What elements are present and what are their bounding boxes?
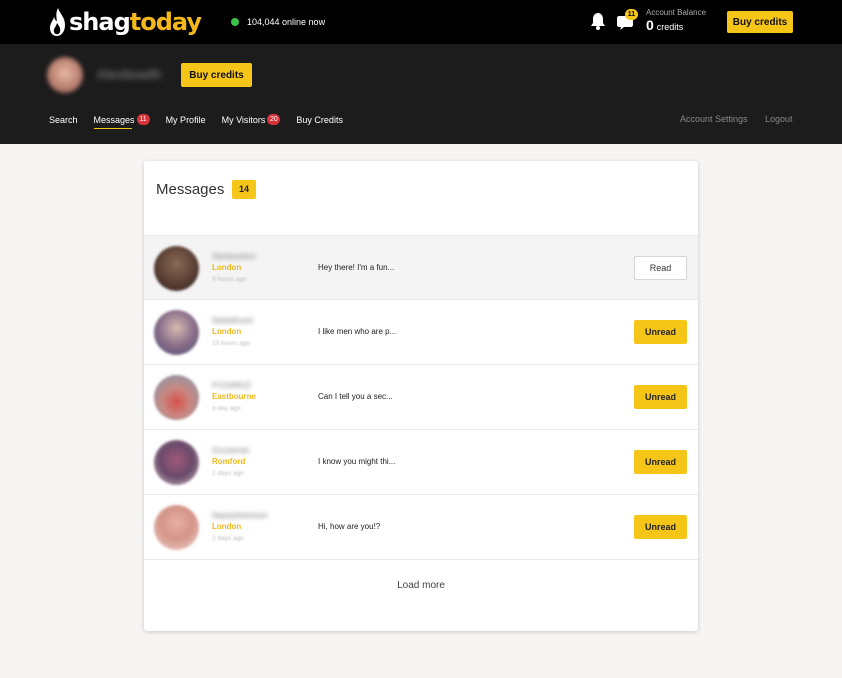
nav-item-search[interactable]: Search — [49, 115, 78, 125]
message-time: 2 days ago — [212, 470, 244, 477]
chat-badge: 11 — [625, 9, 638, 20]
nav-item-my-profile[interactable]: My Profile — [166, 115, 206, 125]
sender-city: London — [212, 327, 242, 336]
message-preview: Can I tell you a sec... — [318, 392, 393, 401]
unread-button[interactable]: Unread — [634, 450, 687, 474]
avatar[interactable] — [154, 505, 199, 550]
load-more-button[interactable]: Load more — [144, 580, 698, 591]
account-balance: Account Balance 0 credits — [646, 8, 706, 35]
sender-city: London — [212, 522, 242, 531]
nav-item-my-visitors[interactable]: My Visitors 20 — [222, 114, 281, 125]
chat-notifications[interactable]: 11 — [616, 9, 638, 32]
nav-item-label: My Profile — [165, 114, 206, 125]
message-preview: I like men who are p... — [318, 327, 397, 336]
sender-name: Gruvannie — [212, 446, 249, 455]
list-item[interactable]: Nadiathuert London 15 hours ago I like m… — [144, 300, 698, 365]
profile-band: Alexbowth Buy credits Search Messages 11… — [0, 44, 842, 144]
message-preview: Hi, how are you!? — [318, 522, 381, 531]
unread-button[interactable]: Unread — [634, 515, 687, 539]
sender-name: Nadiathuert — [212, 316, 254, 325]
nav-item-buy-credits[interactable]: Buy Credits — [296, 115, 343, 125]
brand-name-part1: shag — [69, 8, 131, 36]
message-list: Santieurtere London 9 hours ago Hey ther… — [144, 235, 698, 560]
buy-credits-button[interactable]: Buy credits — [727, 11, 793, 33]
read-button[interactable]: Read — [634, 256, 687, 280]
profile-name: Alexbowth — [97, 66, 162, 82]
balance-unit: credits — [656, 22, 684, 32]
brand-logo[interactable]: shag today — [48, 7, 202, 37]
balance-label: Account Balance — [646, 8, 707, 17]
avatar[interactable] — [47, 57, 83, 93]
nav-item-label: Messages — [93, 114, 135, 125]
brand-name-part2: today — [129, 8, 202, 36]
messages-card: Messages 14 Santieurtere London 9 hours … — [144, 161, 698, 631]
online-count: 104,044 online now — [247, 17, 326, 27]
sender-name: P.CHARLE — [212, 381, 251, 390]
visitors-count-badge: 20 — [267, 114, 281, 125]
balance-amount: 0 — [646, 17, 654, 33]
nav-item-messages[interactable]: Messages 11 — [93, 114, 150, 129]
main-nav: Search Messages 11 My Profile My Visitor… — [49, 114, 359, 129]
sender-name: Santieurtere — [212, 252, 256, 261]
list-item[interactable]: Santieurtere London 9 hours ago Hey ther… — [144, 235, 698, 300]
online-dot-icon — [231, 18, 239, 26]
flame-icon — [50, 8, 65, 36]
message-time: 2 days ago — [212, 535, 244, 542]
sender-name: Naasylintenture — [212, 511, 268, 520]
message-preview: Hey there! I'm a fun... — [318, 263, 395, 272]
messages-count-badge: 11 — [136, 114, 150, 125]
list-item[interactable]: P.CHARLE Eastbourne a day ago Can I tell… — [144, 365, 698, 430]
nav-item-label: My Visitors — [221, 114, 266, 125]
bell-icon[interactable] — [590, 12, 606, 30]
messages-total-badge: 14 — [232, 180, 256, 199]
message-time: 15 hours ago — [212, 340, 250, 347]
unread-button[interactable]: Unread — [634, 385, 687, 409]
avatar[interactable] — [154, 440, 199, 485]
avatar[interactable] — [154, 246, 199, 291]
avatar[interactable] — [154, 310, 199, 355]
avatar[interactable] — [154, 375, 199, 420]
online-indicator: 104,044 online now — [231, 15, 325, 29]
message-time: a day ago — [212, 405, 241, 412]
message-time: 9 hours ago — [212, 276, 247, 283]
logout-link[interactable]: Logout — [765, 114, 793, 124]
message-preview: I know you might thi... — [318, 457, 396, 466]
page-title: Messages — [156, 181, 225, 198]
nav-item-label: Buy Credits — [296, 114, 343, 125]
account-settings-link[interactable]: Account Settings — [680, 114, 748, 124]
list-item[interactable]: Naasylintenture London 2 days ago Hi, ho… — [144, 495, 698, 560]
sender-city: Eastbourne — [212, 392, 257, 401]
top-bar: shag today 104,044 online now 11 Account … — [0, 0, 842, 44]
sender-city: London — [212, 263, 242, 272]
sender-city: Romford — [212, 457, 246, 466]
nav-item-label: Search — [49, 114, 78, 125]
list-item[interactable]: Gruvannie Romford 2 days ago I know you … — [144, 430, 698, 495]
unread-button[interactable]: Unread — [634, 320, 687, 344]
profile-buy-credits-button[interactable]: Buy credits — [181, 63, 252, 87]
